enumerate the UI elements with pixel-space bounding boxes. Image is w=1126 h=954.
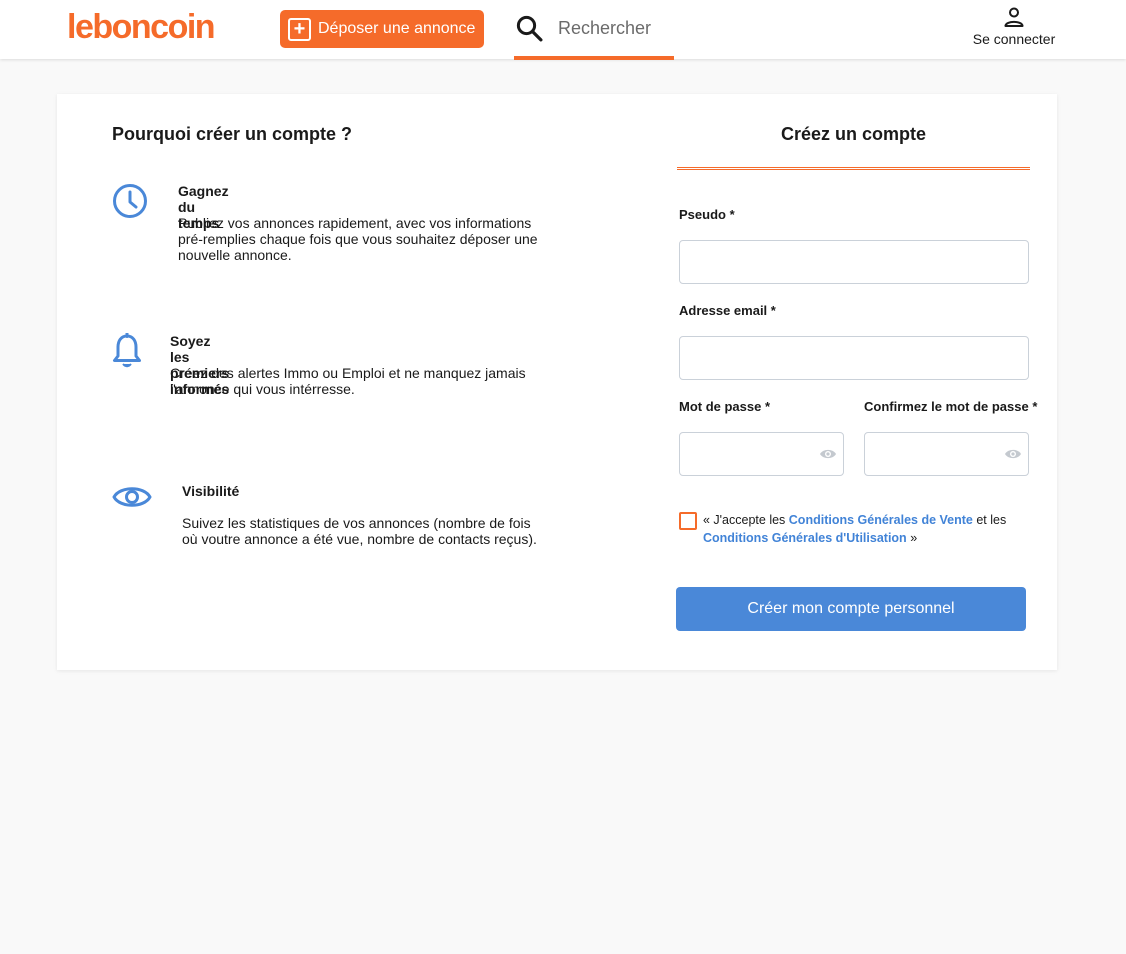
plus-square-icon: + bbox=[288, 17, 311, 41]
pseudo-input[interactable] bbox=[679, 240, 1029, 284]
show-password-eye-icon[interactable] bbox=[1004, 447, 1022, 461]
terms-prefix: « J'accepte les bbox=[703, 513, 786, 527]
create-account-button[interactable]: Créer mon compte personnel bbox=[676, 587, 1026, 631]
login-button[interactable]: Se connecter bbox=[962, 5, 1066, 55]
search-icon bbox=[516, 15, 543, 42]
post-ad-button[interactable]: + Déposer une annonce bbox=[280, 10, 484, 48]
search-tab[interactable]: Rechercher bbox=[514, 0, 674, 60]
feature-title: Visibilité bbox=[182, 483, 240, 499]
bell-icon bbox=[113, 333, 141, 368]
feature-description: Créez des alertes Immo ou Emploi et ne m… bbox=[170, 365, 526, 397]
signup-card: Pourquoi créer un compte ? Gagnez du tem… bbox=[57, 94, 1057, 670]
leboncoin-logo[interactable]: leboncoin bbox=[67, 8, 216, 47]
terms-checkbox[interactable] bbox=[679, 512, 697, 530]
cgu-link[interactable]: Conditions Générales d'Utilisation bbox=[703, 531, 907, 545]
confirm-password-label: Confirmez le mot de passe * bbox=[864, 399, 1038, 414]
show-password-eye-icon[interactable] bbox=[819, 447, 837, 461]
terms-text: « J'accepte les Conditions Générales de … bbox=[703, 511, 1023, 547]
clock-icon bbox=[113, 184, 147, 218]
form-title-underline bbox=[677, 167, 1030, 170]
cgv-link[interactable]: Conditions Générales de Vente bbox=[789, 513, 973, 527]
form-title: Créez un compte bbox=[780, 124, 927, 144]
terms-suffix: » bbox=[910, 531, 918, 545]
post-ad-label: Déposer une annonce bbox=[318, 20, 476, 37]
terms-mid: et les bbox=[976, 513, 1007, 527]
email-label: Adresse email * bbox=[679, 303, 776, 318]
pseudo-label: Pseudo * bbox=[679, 207, 735, 222]
confirm-password-input[interactable] bbox=[864, 432, 1029, 476]
email-input[interactable] bbox=[679, 336, 1029, 380]
password-label: Mot de passe * bbox=[679, 399, 771, 414]
feature-description: Suivez les statistiques de vos annonces … bbox=[182, 515, 537, 547]
user-icon bbox=[1004, 7, 1024, 27]
why-title: Pourquoi créer un compte ? bbox=[112, 124, 353, 144]
feature-description: Publiez vos annonces rapidement, avec vo… bbox=[178, 215, 538, 263]
password-input[interactable] bbox=[679, 432, 844, 476]
login-label: Se connecter bbox=[972, 31, 1056, 47]
search-label: Rechercher bbox=[558, 17, 652, 38]
eye-icon bbox=[112, 487, 152, 507]
top-header: leboncoin + Déposer une annonce Recherch… bbox=[0, 0, 1126, 60]
